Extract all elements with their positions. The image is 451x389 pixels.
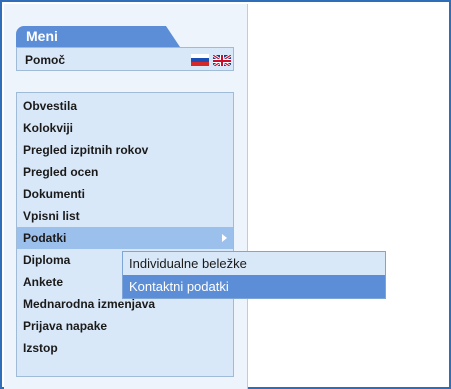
help-bar: Pomoč xyxy=(16,47,234,71)
menu-title: Meni xyxy=(26,28,58,44)
submenu-item-individualne-belezke[interactable]: Individualne beležke xyxy=(123,252,385,275)
window-frame: Meni Pomoč Obvestila Kolokviji Pregled i… xyxy=(0,0,451,389)
submenu-arrow-icon xyxy=(222,234,227,242)
slovenian-flag-icon[interactable] xyxy=(191,54,209,66)
podatki-submenu: Individualne beležke Kontaktni podatki xyxy=(122,251,386,299)
main-menu: Obvestila Kolokviji Pregled izpitnih rok… xyxy=(16,92,234,377)
menu-item-vpisni-list[interactable]: Vpisni list xyxy=(17,205,233,227)
menu-item-izstop[interactable]: Izstop xyxy=(17,337,233,359)
submenu-item-kontaktni-podatki[interactable]: Kontaktni podatki xyxy=(123,275,385,298)
menu-item-pregled-ocen[interactable]: Pregled ocen xyxy=(17,161,233,183)
help-link[interactable]: Pomoč xyxy=(25,53,65,67)
menu-item-podatki[interactable]: Podatki xyxy=(17,227,233,249)
menu-tab: Meni xyxy=(16,26,180,47)
sidebar: Meni Pomoč Obvestila Kolokviji Pregled i… xyxy=(4,4,248,389)
menu-item-kolokviji[interactable]: Kolokviji xyxy=(17,117,233,139)
menu-item-dokumenti[interactable]: Dokumenti xyxy=(17,183,233,205)
menu-item-pregled-izpitnih-rokov[interactable]: Pregled izpitnih rokov xyxy=(17,139,233,161)
menu-item-prijava-napake[interactable]: Prijava napake xyxy=(17,315,233,337)
menu-item-podatki-label: Podatki xyxy=(23,231,67,245)
menu-item-obvestila[interactable]: Obvestila xyxy=(17,95,233,117)
uk-flag-icon[interactable] xyxy=(213,54,231,66)
